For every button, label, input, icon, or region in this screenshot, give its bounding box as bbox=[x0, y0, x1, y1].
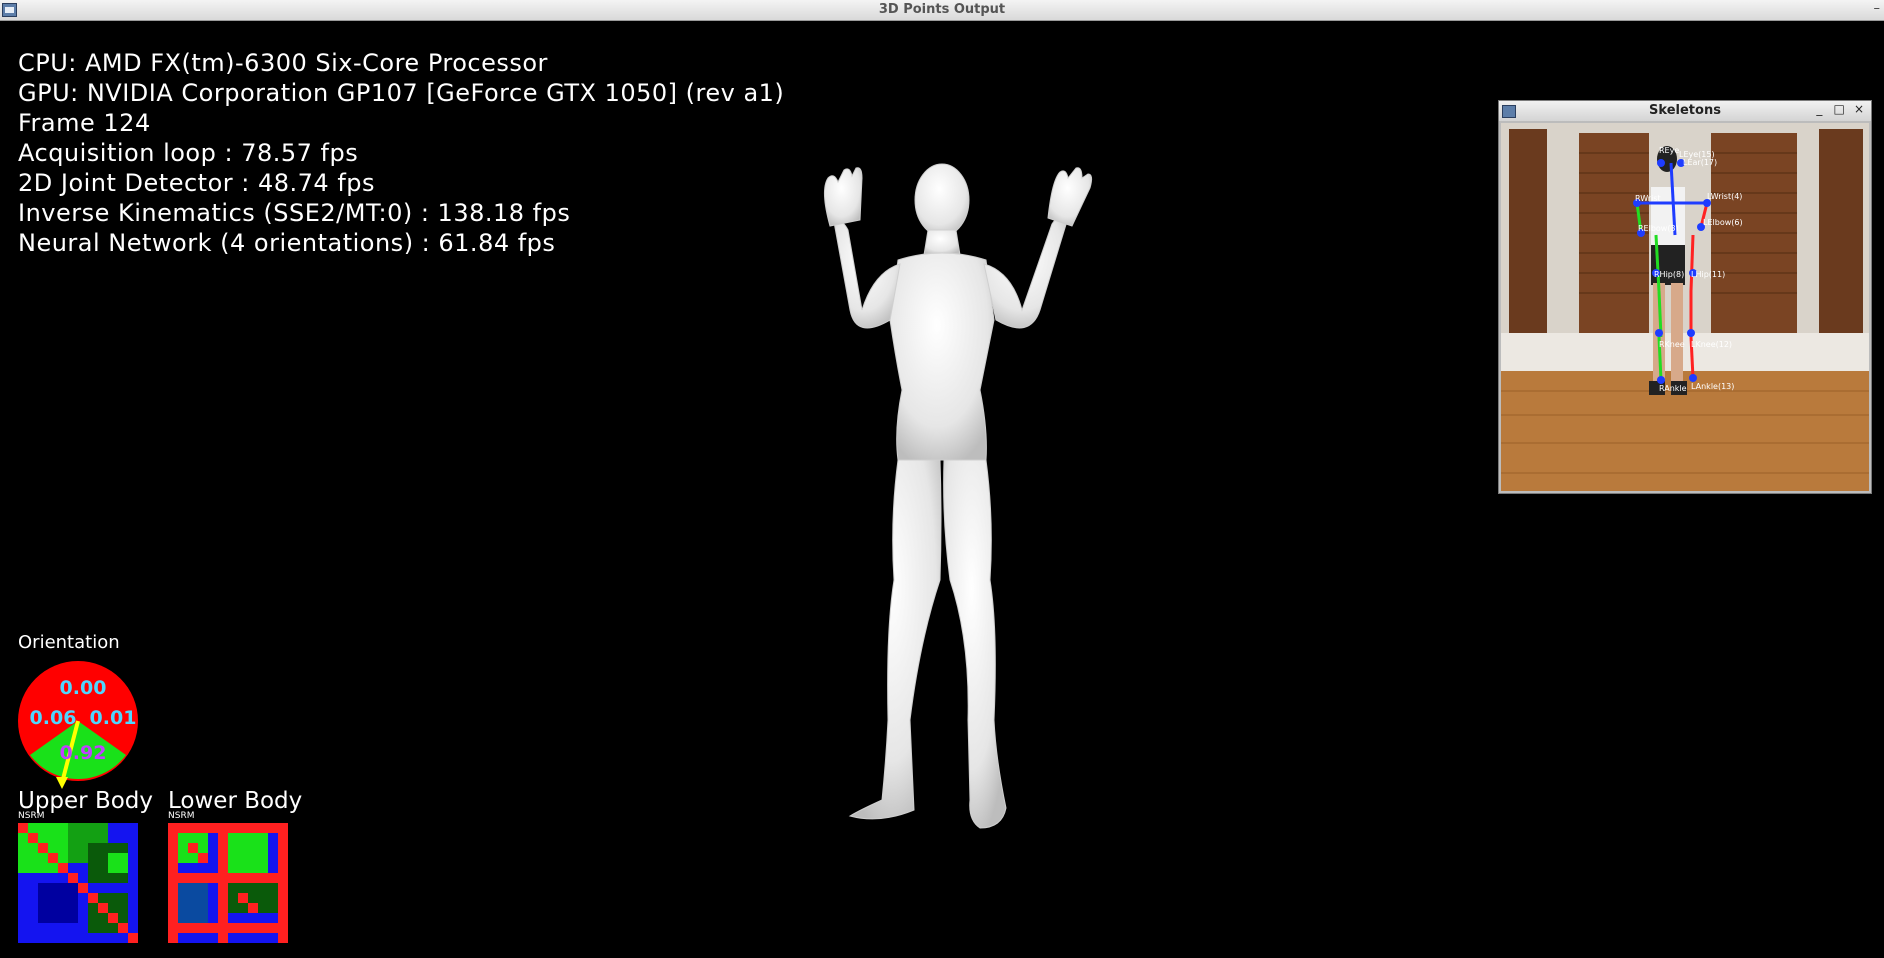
joint-label-lknee: LKnee(12) bbox=[1691, 340, 1732, 349]
joint-label-rhip: RHip(8) bbox=[1654, 270, 1684, 279]
frame-counter: Frame 124 bbox=[18, 109, 151, 137]
cpu-info: CPU: AMD FX(tm)-6300 Six-Core Processor bbox=[18, 49, 548, 77]
orientation-value-bottom: 0.92 bbox=[59, 742, 107, 764]
joint-label-lankle: LAnkle(13) bbox=[1691, 382, 1734, 391]
3d-body-model bbox=[824, 163, 1093, 829]
orientation-value-left: 0.06 bbox=[29, 707, 77, 729]
performance-stats: CPU: AMD FX(tm)-6300 Six-Core Processor … bbox=[18, 48, 784, 258]
minimize-button[interactable]: – bbox=[1874, 1, 1881, 16]
joint-label-lear: LEar(17) bbox=[1683, 158, 1717, 167]
joint-label-rknee: RKnee bbox=[1659, 340, 1685, 349]
joint-label-reye: REye bbox=[1659, 146, 1679, 155]
skeletons-titlebar[interactable]: Skeletons _ □ × bbox=[1499, 101, 1871, 121]
skeletons-close-button[interactable]: × bbox=[1851, 102, 1867, 116]
gpu-info: GPU: NVIDIA Corporation GP107 [GeForce G… bbox=[18, 79, 785, 107]
skeletons-minimize-button[interactable]: _ bbox=[1811, 102, 1827, 116]
window-title: 3D Points Output bbox=[878, 2, 1006, 17]
joint-label-lhip: LHip(11) bbox=[1691, 270, 1725, 279]
neural-network-fps: Neural Network (4 orientations) : 61.84 … bbox=[18, 229, 556, 257]
orientation-value-top: 0.00 bbox=[59, 677, 107, 699]
orientation-value-right: 0.01 bbox=[89, 707, 137, 729]
joint-label-lelbow: LElbow(6) bbox=[1703, 218, 1743, 227]
skeletons-maximize-button[interactable]: □ bbox=[1831, 102, 1847, 116]
window-titlebar: 3D Points Output – bbox=[0, 0, 1884, 21]
acquisition-fps: Acquisition loop : 78.57 fps bbox=[18, 139, 359, 167]
joint-label-rankle: RAnkle bbox=[1659, 384, 1687, 393]
upper-body-nsrm-tag: NSRM bbox=[18, 811, 45, 821]
lower-body-nsrm-tag: NSRM bbox=[168, 811, 195, 821]
joint-label-relbow: RElbow(3) bbox=[1638, 224, 1679, 233]
orientation-label: Orientation bbox=[18, 632, 120, 653]
joint-label-lwrist: LWrist(4) bbox=[1707, 192, 1742, 201]
joint-label-rwrist: RWrist bbox=[1635, 194, 1661, 203]
joint-detector-fps: 2D Joint Detector : 48.74 fps bbox=[18, 169, 376, 197]
upper-body-matrix bbox=[18, 823, 138, 943]
camera-feed: REye LEye(15) LEar(17) RWrist LWrist(4) … bbox=[1501, 123, 1869, 491]
lower-body-matrix bbox=[168, 823, 288, 943]
inverse-kinematics-fps: Inverse Kinematics (SSE2/MT:0) : 138.18 … bbox=[18, 199, 571, 227]
skeletons-window[interactable]: Skeletons _ □ × REye LEye(15) LEar(17) R… bbox=[1498, 100, 1872, 494]
